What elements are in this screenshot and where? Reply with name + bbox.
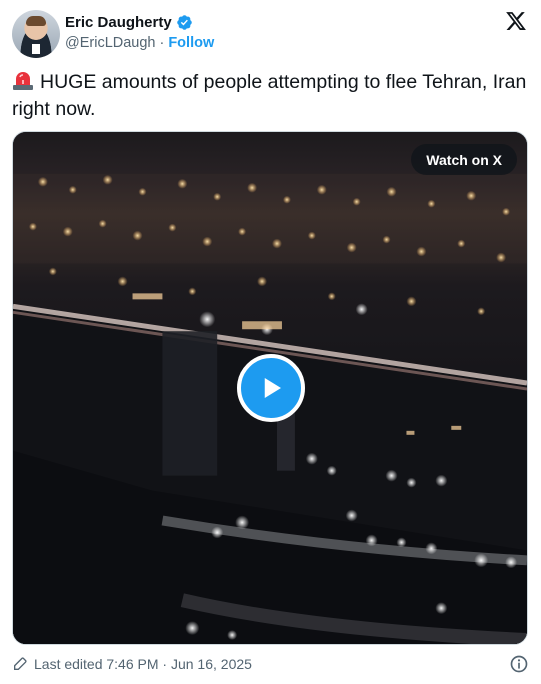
play-button[interactable] xyxy=(237,354,305,422)
x-logo-icon[interactable] xyxy=(505,10,527,32)
tweet-header: Eric Daugherty @EricLDaugh · Follow xyxy=(12,10,529,58)
info-icon[interactable] xyxy=(509,654,529,674)
tweet-footer: Last edited 7:46 PM · Jun 16, 2025 xyxy=(12,652,529,676)
author-display-name[interactable]: Eric Daugherty xyxy=(65,14,172,31)
verified-badge-icon xyxy=(176,15,192,30)
follow-button[interactable]: Follow xyxy=(168,35,214,51)
author-block: Eric Daugherty @EricLDaugh · Follow xyxy=(65,14,214,51)
separator-dot: · xyxy=(159,35,165,51)
author-handle[interactable]: @EricLDaugh xyxy=(65,35,155,51)
watch-on-x-button[interactable]: Watch on X xyxy=(411,144,517,175)
tweet-text: HUGE amounts of people attempting to fle… xyxy=(12,71,527,120)
play-icon xyxy=(264,378,281,398)
tweet-text-block: HUGE amounts of people attempting to fle… xyxy=(12,69,529,123)
pencil-icon xyxy=(14,657,27,670)
last-edited-timestamp[interactable]: Last edited 7:46 PM · Jun 16, 2025 xyxy=(34,656,252,672)
avatar[interactable] xyxy=(12,10,60,58)
video-player[interactable]: Watch on X xyxy=(12,131,528,645)
siren-emoji-icon xyxy=(13,72,33,90)
